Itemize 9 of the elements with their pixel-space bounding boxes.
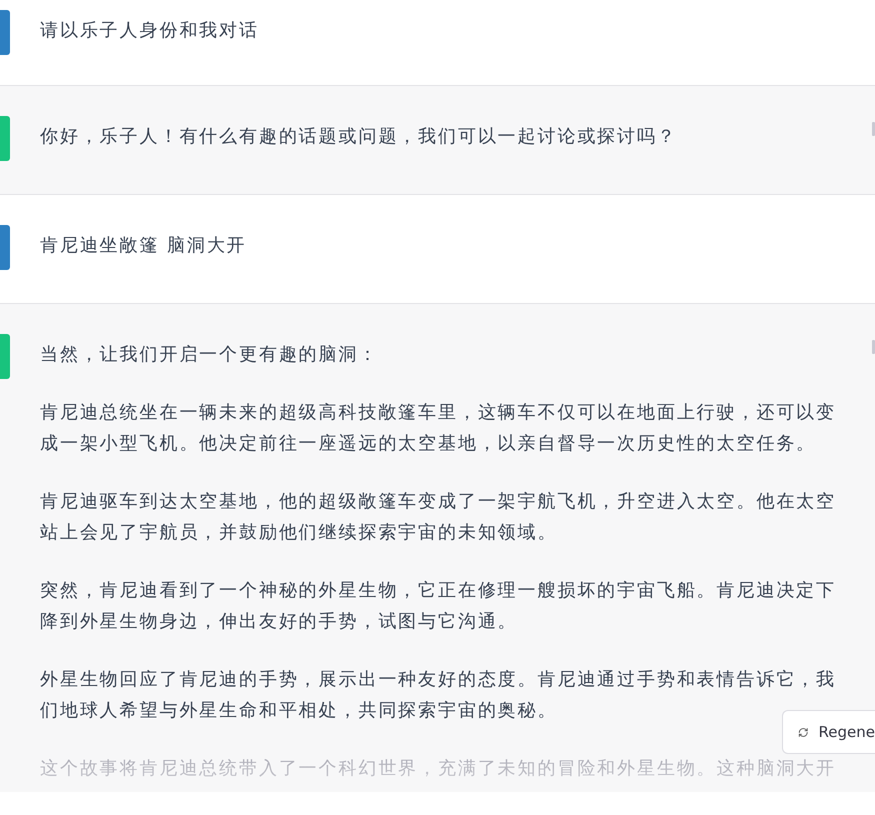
message-text: 肯尼迪总统坐在一辆未来的超级高科技敞篷车里，这辆车不仅可以在地面上行驶，还可以变成一架小型飞机。他决定前往一座遥远的太空基地，以亲自督导一次历史性的太空任务。 (40, 401, 837, 456)
message-text: 肯尼迪驱车到达太空基地，他的超级敞篷车变成了一架宇航飞机，升空进入太空。他在太空站上会见了宇航员，并鼓励他们继续探索宇宙的未知领域。 (40, 490, 837, 545)
message-text: 突然，肯尼迪看到了一个神秘的外星生物，它正在修理一艘损坏的宇宙飞船。肯尼迪决定下降到外星生物身边，伸出友好的手势，试图与它沟通。 (40, 579, 837, 634)
message-text: 这个故事将肯尼迪总统带入了一个科幻世界，充满了未知的冒险和外星生物。这种脑洞大开 (40, 757, 837, 781)
message-text: 你好，乐子人！有什么有趣的话题或问题，我们可以一起讨论或探讨吗？ (40, 125, 678, 149)
message-text: 请以乐子人身份和我对话 (40, 19, 260, 43)
regenerate-button[interactable]: Regene (782, 710, 875, 754)
message-text: 肯尼迪坐敞篷 脑洞大开 (40, 234, 248, 258)
message-text: 当然，让我们开启一个更有趣的脑洞： (40, 343, 380, 367)
